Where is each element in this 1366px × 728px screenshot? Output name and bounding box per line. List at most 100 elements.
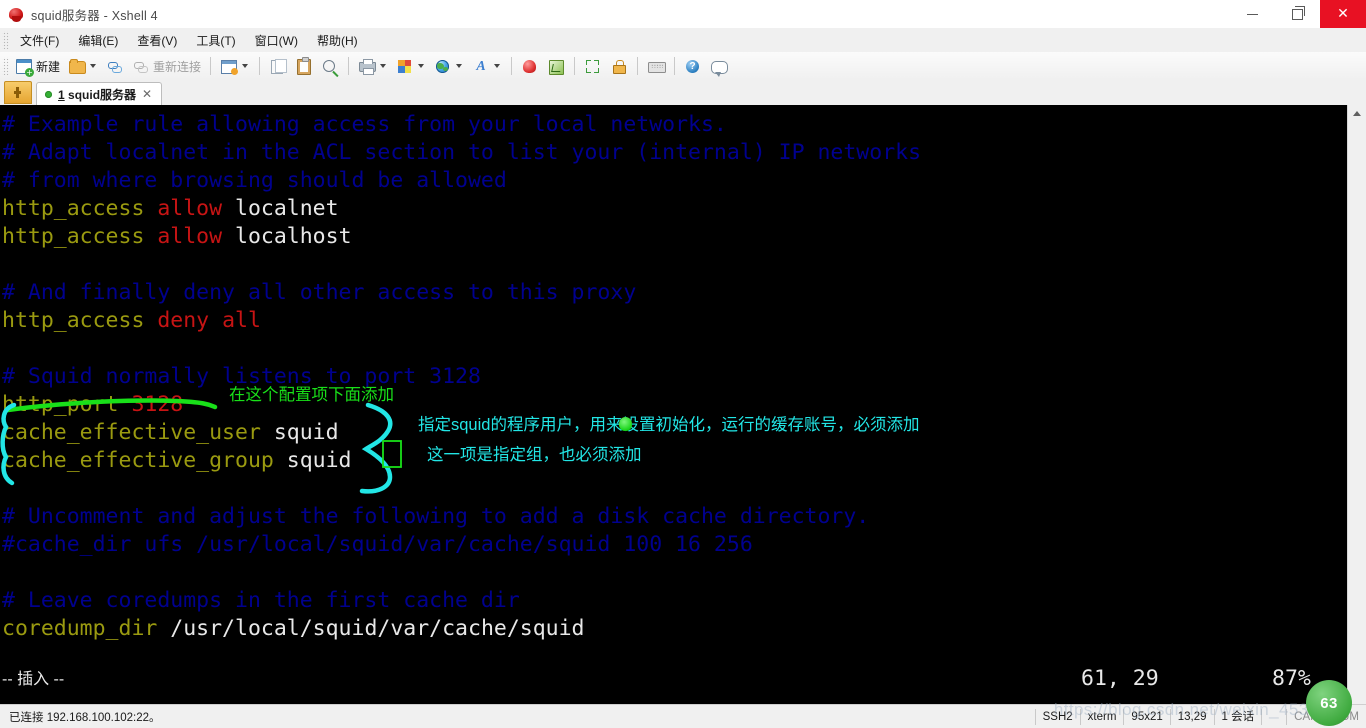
color-scheme-button[interactable] xyxy=(393,54,429,78)
annotation-add-below-config: 在这个配置项下面添加 xyxy=(229,386,394,404)
terminal-line: #cache_dir ufs /usr/local/squid/var/cach… xyxy=(2,531,753,559)
font-button[interactable]: A xyxy=(469,54,505,78)
terminal-text-span: coredump_dir xyxy=(2,616,171,641)
title-bar: squid服务器 - Xshell 4 ✕ xyxy=(0,0,1366,29)
toolbar-separator xyxy=(259,57,261,75)
properties-button[interactable] xyxy=(217,54,253,78)
terminal-line: coredump_dir /usr/local/squid/var/cache/… xyxy=(2,615,585,643)
terminal-line: http_access deny all xyxy=(2,307,261,335)
paste-button[interactable] xyxy=(292,54,316,78)
new-session-button[interactable]: + 新建 xyxy=(12,54,63,78)
copy-button[interactable] xyxy=(266,54,290,78)
connection-status: 已连接 192.168.100.102:22。 xyxy=(9,711,161,724)
terminal-line: http_access allow localnet xyxy=(2,195,339,223)
help-icon: ? xyxy=(684,58,702,75)
fullscreen-icon xyxy=(584,58,602,75)
terminal-text-span: # Adapt localnet in the ACL section to l… xyxy=(2,140,922,165)
chevron-down-icon[interactable] xyxy=(494,64,501,68)
annotation-cache-effective-user: 指定squid的程序用户，用来设置初始化，运行的缓存账号，必须添加 xyxy=(418,416,920,434)
window-controls: ✕ xyxy=(1230,0,1366,28)
paste-icon xyxy=(295,57,313,75)
xshell-icon xyxy=(521,58,539,75)
scrollbar-track[interactable] xyxy=(1348,122,1365,705)
terminal-text-span: http_port xyxy=(2,392,132,417)
close-icon: ✕ xyxy=(1337,6,1349,22)
help-button[interactable]: ? xyxy=(681,54,705,78)
keyboard-button[interactable] xyxy=(644,54,668,78)
chevron-down-icon[interactable] xyxy=(418,64,425,68)
menu-tools[interactable]: 工具(T) xyxy=(187,29,244,52)
lock-button[interactable] xyxy=(607,54,631,78)
tab-label: squid服务器 xyxy=(68,87,137,102)
terminal-text-span: /usr/local/squid/var/cache/squid xyxy=(170,616,585,641)
terminal-text-span: #cache_dir ufs /usr/local/squid/var/cach… xyxy=(2,532,753,557)
terminal-text-span: squid xyxy=(273,420,339,445)
status-caps-lock: CAP xyxy=(1286,708,1325,725)
terminal-text-span: allow xyxy=(157,196,223,221)
window-title: squid服务器 - Xshell 4 xyxy=(31,8,158,23)
chevron-down-icon[interactable] xyxy=(242,64,249,68)
minimize-button[interactable] xyxy=(1230,0,1275,28)
restore-button[interactable] xyxy=(1275,0,1320,28)
terminal-line: http_access allow localhost xyxy=(2,223,352,251)
copy-icon xyxy=(269,58,288,75)
tab-bar: 1 squid服务器 ✕ xyxy=(0,80,1366,105)
find-button[interactable] xyxy=(318,54,342,78)
annotation-cache-effective-group: 这一项是指定组，也必须添加 xyxy=(427,446,642,464)
status-spacer xyxy=(1261,708,1286,725)
terminal-panel[interactable]: # Example rule allowing access from your… xyxy=(0,105,1366,705)
menu-drag-grip[interactable] xyxy=(2,31,9,49)
lock-icon xyxy=(610,58,628,75)
terminal-text-span: # Uncomment and adjust the following to … xyxy=(2,504,870,529)
status-cells: SSH2 xterm 95x21 13,29 1 会话 CAP NUM xyxy=(1034,705,1366,728)
menu-window[interactable]: 窗口(W) xyxy=(246,29,307,52)
terminal-text-span: http_access xyxy=(2,224,158,249)
xftp-button[interactable] xyxy=(544,54,568,78)
print-button[interactable] xyxy=(355,54,391,78)
toolbar-separator xyxy=(574,57,576,75)
chevron-down-icon[interactable] xyxy=(90,64,97,68)
terminal-line: # Leave coredumps in the first cache dir xyxy=(2,587,520,615)
tab-close-icon[interactable]: ✕ xyxy=(142,88,152,100)
terminal-text-span: http_access xyxy=(2,308,158,333)
open-session-button[interactable] xyxy=(65,54,101,78)
status-cursor: 13,29 xyxy=(1169,708,1214,725)
toolbar-separator xyxy=(210,57,212,75)
toolbar-separator xyxy=(637,57,639,75)
menu-help[interactable]: 帮助(H) xyxy=(308,29,367,52)
chat-button[interactable] xyxy=(707,54,731,78)
chevron-down-icon[interactable] xyxy=(456,64,463,68)
keyboard-icon xyxy=(647,58,667,75)
chevron-down-icon[interactable] xyxy=(380,64,387,68)
reconnect-button[interactable]: 重新连接 xyxy=(129,54,204,78)
toolbar-drag-grip[interactable] xyxy=(2,57,9,75)
status-terminal-type: xterm xyxy=(1079,708,1124,725)
terminal-line: http_port 3128 xyxy=(2,391,183,419)
connect-icon xyxy=(106,58,124,75)
open-folder-icon xyxy=(68,58,87,75)
add-tab-button[interactable] xyxy=(4,81,32,104)
close-button[interactable]: ✕ xyxy=(1320,0,1366,28)
terminal-scrollbar[interactable] xyxy=(1347,105,1366,705)
status-protocol: SSH2 xyxy=(1034,708,1080,725)
connect-button[interactable] xyxy=(103,54,127,78)
web-button[interactable] xyxy=(431,54,467,78)
new-session-icon: + xyxy=(15,58,34,77)
toolbar-separator xyxy=(348,57,350,75)
vim-cursor-position: 61, 29 xyxy=(1081,666,1159,691)
fullscreen-button[interactable] xyxy=(581,54,605,78)
terminal-text-span: cache_effective_user xyxy=(2,420,274,445)
menu-file[interactable]: 文件(F) xyxy=(11,29,68,52)
toolbar: + 新建 重新连接 A ? xyxy=(0,52,1366,81)
tab-squid-server[interactable]: 1 squid服务器 ✕ xyxy=(36,82,163,105)
menu-edit[interactable]: 编辑(E) xyxy=(69,29,127,52)
terminal-screen[interactable]: # Example rule allowing access from your… xyxy=(0,105,1348,705)
print-icon xyxy=(358,58,377,75)
menu-view[interactable]: 查看(V) xyxy=(128,29,186,52)
xshell-app-icon xyxy=(8,6,24,22)
terminal-line: # Uncomment and adjust the following to … xyxy=(2,503,869,531)
xshell-button[interactable] xyxy=(518,54,542,78)
scroll-up-button[interactable] xyxy=(1348,105,1365,122)
restore-icon xyxy=(1292,5,1305,20)
terminal-line: # And finally deny all other access to t… xyxy=(2,279,636,307)
